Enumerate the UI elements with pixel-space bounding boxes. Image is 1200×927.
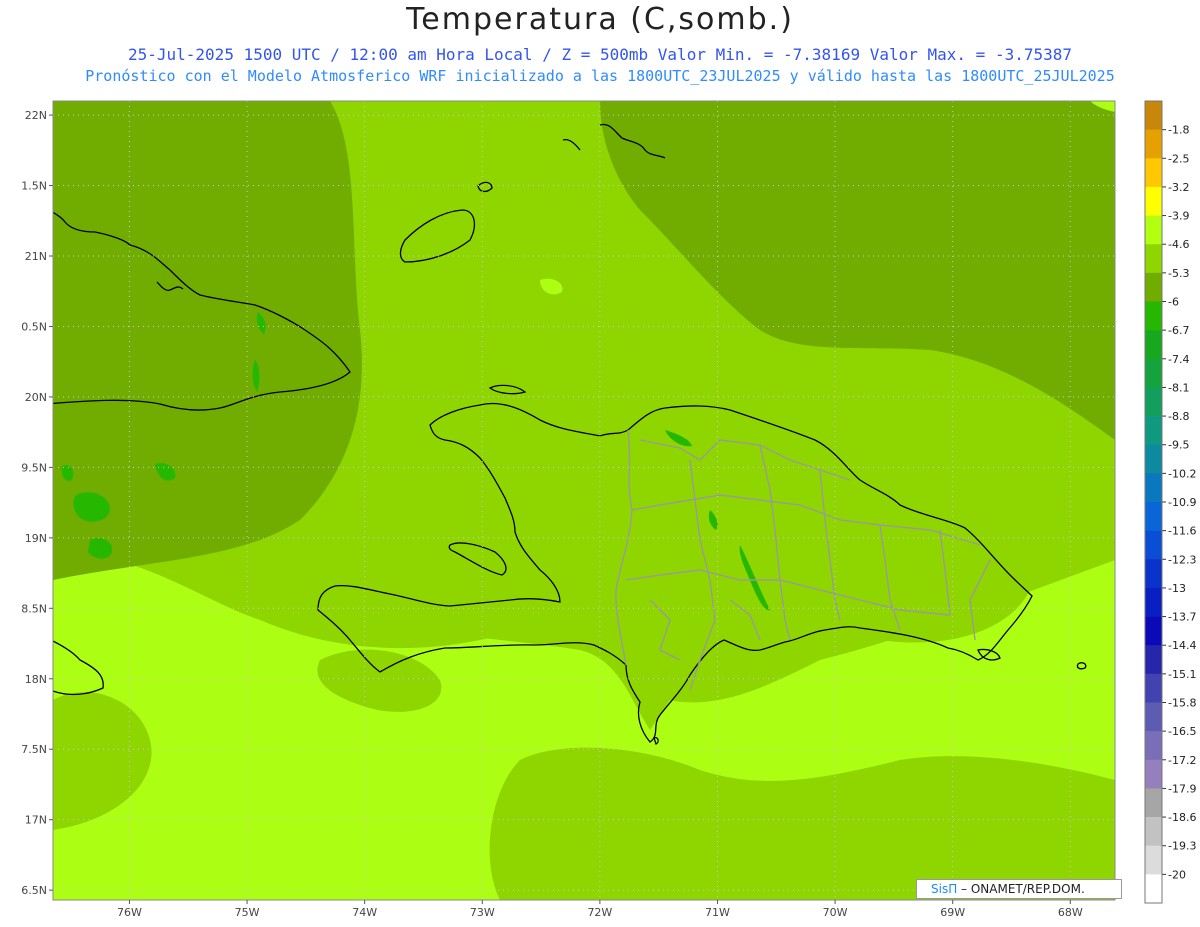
colorbar-swatch xyxy=(1145,473,1162,503)
colorbar-label: -13 xyxy=(1168,582,1186,595)
colorbar-label: -8.8 xyxy=(1168,410,1189,423)
colorbar-swatch xyxy=(1145,673,1162,703)
lat-tick-label: 8.5N xyxy=(21,602,47,615)
colorbar-label: -19.3 xyxy=(1168,840,1196,853)
lat-tick-label: 6.5N xyxy=(21,884,47,897)
colorbar-label: -17.9 xyxy=(1168,782,1196,795)
temperature-field xyxy=(53,101,1115,900)
colorbar-swatch xyxy=(1145,788,1162,818)
colorbar-label: -6 xyxy=(1168,296,1179,309)
colorbar-swatch xyxy=(1145,444,1162,474)
latitude-axis: 22N 1.5N 21N 0.5N 20N 9.5N 19N 8.5N 18N 7.5N 17N 6.… xyxy=(21,109,53,897)
colorbar-label: -15.1 xyxy=(1168,668,1196,681)
lat-tick-label: 22N xyxy=(25,109,47,122)
colorbar-label: -18.6 xyxy=(1168,811,1196,824)
lat-tick-label: 19N xyxy=(25,532,47,545)
colorbar-swatch xyxy=(1145,559,1162,589)
credit-text: – ONAMET/REP.DOM. xyxy=(957,882,1085,896)
lat-tick-label: 7.5N xyxy=(21,743,47,756)
colorbar-label: -20 xyxy=(1168,868,1186,881)
lon-tick-label: 71W xyxy=(705,906,730,919)
lon-tick-label: 74W xyxy=(352,906,377,919)
colorbar-label: -7.4 xyxy=(1168,353,1189,366)
colorbar-label: -17.2 xyxy=(1168,754,1196,767)
colorbar-label: -10.9 xyxy=(1168,496,1196,509)
colorbar-label: -13.7 xyxy=(1168,611,1196,624)
lat-tick-label: 18N xyxy=(25,673,47,686)
colorbar-swatch xyxy=(1145,616,1162,646)
colorbar-swatch xyxy=(1145,358,1162,388)
colorbar-swatch xyxy=(1145,330,1162,360)
colorbar-label: -15.8 xyxy=(1168,697,1196,710)
lat-tick-label: 0.5N xyxy=(21,320,47,333)
colorbar-swatch xyxy=(1145,817,1162,847)
lon-tick-label: 73W xyxy=(470,906,495,919)
colorbar-swatch xyxy=(1145,587,1162,617)
colorbar-label: -9.5 xyxy=(1168,439,1189,452)
colorbar-swatch xyxy=(1145,416,1162,446)
longitude-axis: 76W 75W 74W 73W 72W 71W 70W 69W 68W xyxy=(117,900,1083,919)
colorbar-swatch xyxy=(1145,702,1162,732)
colorbar-swatch xyxy=(1145,101,1162,130)
colorbar-label: -4.6 xyxy=(1168,238,1189,251)
lon-tick-label: 76W xyxy=(117,906,142,919)
colorbar-label: -16.5 xyxy=(1168,725,1196,738)
colorbar-label: -11.6 xyxy=(1168,525,1196,538)
colorbar-label: -8.1 xyxy=(1168,381,1189,394)
colorbar-swatch xyxy=(1145,301,1162,331)
colorbar-label: -3.2 xyxy=(1168,181,1189,194)
colorbar-swatch xyxy=(1145,186,1162,216)
colorbar-swatch xyxy=(1145,731,1162,761)
lat-tick-label: 21N xyxy=(25,250,47,263)
brand-logo-text: SisΠ xyxy=(931,882,958,896)
colorbar: -1.8 -2.5 -3.2 -3.9 -4.6 -5.3 -6 -6.7 -7.4 -8.1 -8… xyxy=(1144,100,1196,904)
colorbar-swatch xyxy=(1145,272,1162,302)
colorbar-swatch xyxy=(1145,645,1162,675)
lon-tick-label: 75W xyxy=(235,906,260,919)
colorbar-label: -3.9 xyxy=(1168,210,1189,223)
colorbar-swatch xyxy=(1145,129,1162,159)
colorbar-swatch xyxy=(1145,215,1162,245)
credit-box: SisΠ – ONAMET/REP.DOM. xyxy=(916,879,1122,899)
colorbar-swatch xyxy=(1145,158,1162,188)
lat-tick-label: 1.5N xyxy=(21,180,47,193)
colorbar-swatch xyxy=(1145,244,1162,274)
colorbar-swatch xyxy=(1145,845,1162,875)
lon-tick-label: 70W xyxy=(823,906,848,919)
lat-tick-label: 20N xyxy=(25,391,47,404)
colorbar-swatch xyxy=(1145,502,1162,531)
lat-tick-label: 17N xyxy=(25,814,47,827)
colorbar-swatch xyxy=(1145,759,1162,789)
colorbar-label: -5.3 xyxy=(1168,267,1189,280)
colorbar-swatch xyxy=(1145,530,1162,560)
colorbar-label: -1.8 xyxy=(1168,124,1189,137)
lon-tick-label: 69W xyxy=(940,906,965,919)
lat-tick-label: 9.5N xyxy=(21,461,47,474)
map-plot-area: 22N 1.5N 21N 0.5N 20N 9.5N 19N 8.5N 18N 7.5N 17N 6.… xyxy=(21,100,1116,919)
colorbar-swatch xyxy=(1145,387,1162,417)
colorbar-label: -14.4 xyxy=(1168,639,1196,652)
colorbar-label: -10.2 xyxy=(1168,467,1196,480)
colorbar-swatch xyxy=(1145,874,1162,904)
lon-tick-label: 68W xyxy=(1058,906,1083,919)
colorbar-label: -12.3 xyxy=(1168,553,1196,566)
colorbar-label: -2.5 xyxy=(1168,152,1189,165)
colorbar-label: -6.7 xyxy=(1168,324,1189,337)
temperature-map: 22N 1.5N 21N 0.5N 20N 9.5N 19N 8.5N 18N 7.5N 17N 6.… xyxy=(21,100,1196,919)
lon-tick-label: 72W xyxy=(587,906,612,919)
